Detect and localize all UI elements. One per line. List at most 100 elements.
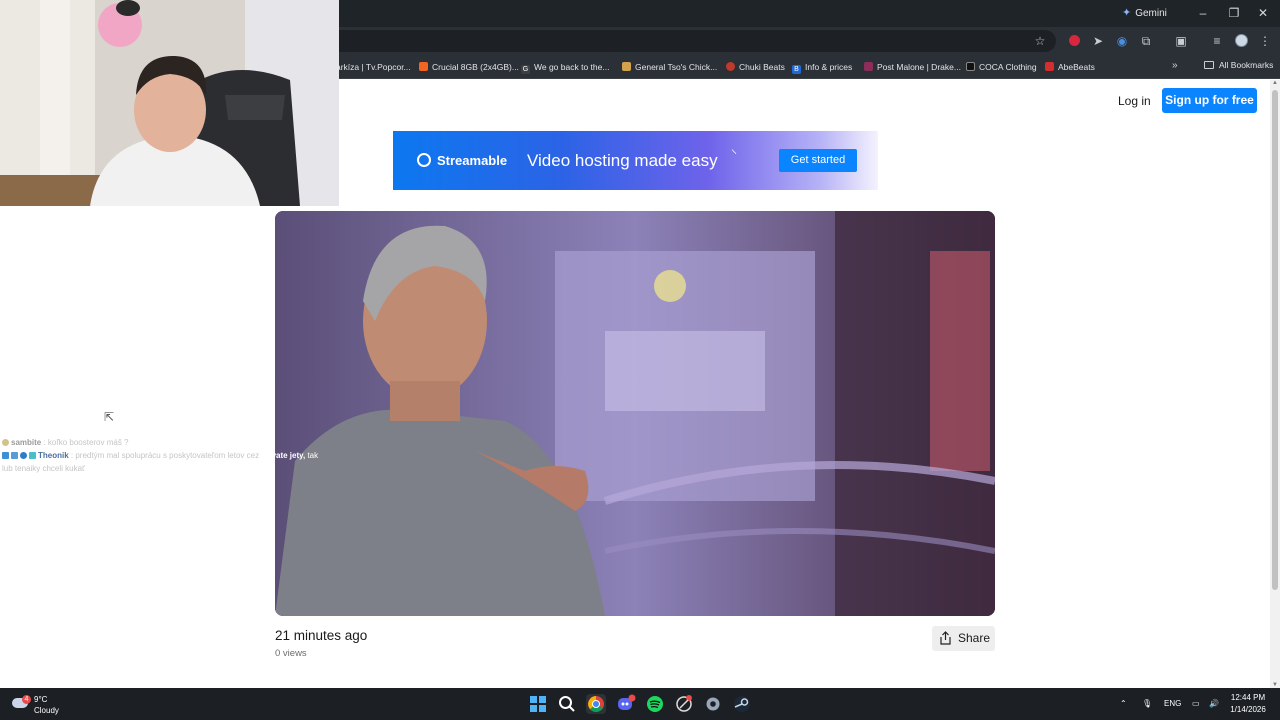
chat-badge-icon [2, 452, 9, 459]
steam-icon[interactable] [732, 694, 752, 714]
weather-temp: 9°C [34, 695, 48, 704]
chat-badge-icon [29, 452, 36, 459]
coca-favicon-icon [966, 62, 975, 71]
star-icon[interactable]: ☆ [1032, 31, 1048, 51]
chat-badge-icon [2, 439, 9, 446]
bookmark-label: Info & prices [805, 62, 853, 72]
bookmark-item[interactable]: General Tso's Chick... [622, 60, 717, 75]
input-language[interactable]: ENG [1164, 688, 1181, 720]
scroll-thumb[interactable] [1272, 90, 1278, 590]
microphone-icon[interactable]: 🎙 [1142, 688, 1152, 720]
bookmark-item[interactable]: G We go back to the... [521, 60, 609, 75]
b-favicon-icon: B [792, 65, 801, 74]
chat-text: : koľko boosterov máš ? [43, 438, 129, 447]
minimize-button[interactable]: – [1186, 0, 1220, 27]
chat-username: Theonik [38, 451, 69, 460]
system-clock[interactable]: 12:44 PM 1/14/2026 [1226, 692, 1270, 716]
video-frame [275, 211, 995, 616]
abebeats-favicon-icon [1045, 62, 1054, 71]
windows-taskbar: 4 9°C Cloudy [0, 688, 1280, 720]
share-button[interactable]: Share [932, 626, 995, 651]
get-started-button[interactable]: Get started [779, 149, 857, 172]
crucial-favicon-icon [419, 62, 428, 71]
bookmark-label: Crucial 8GB (2x4GB)... [432, 62, 519, 72]
tab-search-icon[interactable]: ▣ [1173, 31, 1189, 51]
bookmark-item[interactable]: AbeBeats [1045, 60, 1095, 75]
bookmark-item[interactable]: B Info & prices [792, 60, 852, 75]
spotify-icon[interactable] [645, 694, 665, 714]
bookmark-label: COCA Clothing [979, 62, 1037, 72]
gemini-spark-icon: ✦ [1122, 7, 1132, 19]
weather-alert-badge: 4 [22, 695, 31, 704]
promo-banner[interactable]: Streamable Video hosting made easy ⸌ Get… [393, 131, 878, 190]
extension-opera-icon[interactable] [1066, 31, 1082, 51]
signup-button[interactable]: Sign up for free [1162, 88, 1257, 113]
chat-badge-icon [11, 452, 18, 459]
chat-text: : predtým mal spoluprácu s poskytovateľo… [70, 451, 260, 460]
chevron-right-double-icon[interactable]: » [1172, 60, 1178, 71]
close-button[interactable]: ✕ [1246, 0, 1280, 27]
search-icon[interactable] [557, 694, 577, 714]
chat-highlight: private jety, [261, 451, 306, 460]
bookmark-item[interactable]: Crucial 8GB (2x4GB)... [419, 60, 519, 75]
clock-date: 1/14/2026 [1230, 705, 1266, 714]
gemini-button[interactable]: ✦ Gemini [1122, 0, 1167, 27]
page-scrollbar[interactable]: ▲ ▼ [1270, 80, 1280, 688]
extension-wave-icon[interactable]: ◉ [1114, 31, 1130, 51]
banner-tagline: Video hosting made easy [527, 151, 718, 170]
kebab-menu-icon[interactable]: ⋮ [1257, 31, 1273, 51]
bookmark-label: AbeBeats [1058, 62, 1095, 72]
bookmark-label: arkíza | Tv.Popcor... [336, 62, 411, 72]
folder-icon [1204, 61, 1214, 69]
video-player[interactable] [275, 211, 995, 616]
chat-message: Theonik : predtým mal spoluprácu s posky… [2, 449, 342, 462]
webcam-feed [0, 0, 339, 206]
login-link[interactable]: Log in [1118, 92, 1151, 110]
bookmark-label: We go back to the... [534, 62, 610, 72]
media-controls-icon[interactable]: ≡ [1209, 31, 1225, 51]
posted-time: 21 minutes ago [275, 628, 368, 643]
bookmark-item[interactable]: arkíza | Tv.Popcor... [336, 60, 411, 75]
webcam-overlay [0, 0, 339, 206]
settings-gear-icon[interactable] [703, 694, 723, 714]
extensions-puzzle-icon[interactable]: ⧉ [1138, 31, 1154, 51]
food-favicon-icon [622, 62, 631, 71]
postmalone-favicon-icon [864, 62, 873, 71]
bookmark-label: Chuki Beats [739, 62, 785, 72]
volume-icon[interactable]: 🔊 [1209, 688, 1219, 720]
share-label: Share [958, 631, 991, 645]
streamable-logo-icon [417, 153, 431, 167]
discord-icon[interactable] [616, 694, 636, 714]
chevron-up-icon[interactable]: ⌃ [1120, 688, 1127, 720]
chat-text-tail: tak [307, 451, 319, 460]
network-icon[interactable]: ▭ [1192, 688, 1200, 720]
chat-message-continued: lub tenaiky chceli kukať [2, 464, 86, 473]
scroll-up-icon[interactable]: ▲ [1272, 80, 1278, 86]
g-favicon-icon: G [521, 65, 530, 74]
chat-badge-icon [20, 452, 27, 459]
weather-condition: Cloudy [34, 706, 59, 715]
chuki-favicon-icon [726, 62, 735, 71]
share-icon [940, 631, 951, 645]
stream-chat: sambite : koľko boosterov máš ? Theonik … [2, 436, 342, 475]
banner-brand: Streamable [437, 153, 508, 168]
gemini-label: Gemini [1135, 8, 1167, 19]
chat-message: sambite : koľko boosterov máš ? [2, 436, 342, 449]
bookmark-item[interactable]: Chuki Beats [726, 60, 785, 75]
bookmark-item[interactable]: COCA Clothing [966, 60, 1037, 75]
bookmark-label: Post Malone | Drake... [877, 62, 961, 72]
bookmark-item[interactable]: Post Malone | Drake... [864, 60, 961, 75]
chat-username: sambite [11, 438, 42, 447]
all-bookmarks-button[interactable]: All Bookmarks [1204, 60, 1273, 70]
chrome-icon[interactable] [586, 694, 606, 714]
weather-widget[interactable]: 4 9°C Cloudy [12, 692, 72, 716]
mouse-cursor-icon: ⇱ [104, 410, 115, 424]
windows-start-icon[interactable] [528, 694, 548, 714]
extension-arrow-icon[interactable]: ➤ [1090, 31, 1106, 51]
sparkle-icon: ⸌ [731, 147, 738, 161]
streamable-logo: Streamable [417, 151, 507, 171]
view-count: 0 views [275, 648, 307, 659]
clock-time: 12:44 PM [1230, 693, 1266, 702]
profile-avatar[interactable] [1233, 31, 1249, 51]
snipping-tool-icon[interactable] [674, 694, 694, 714]
